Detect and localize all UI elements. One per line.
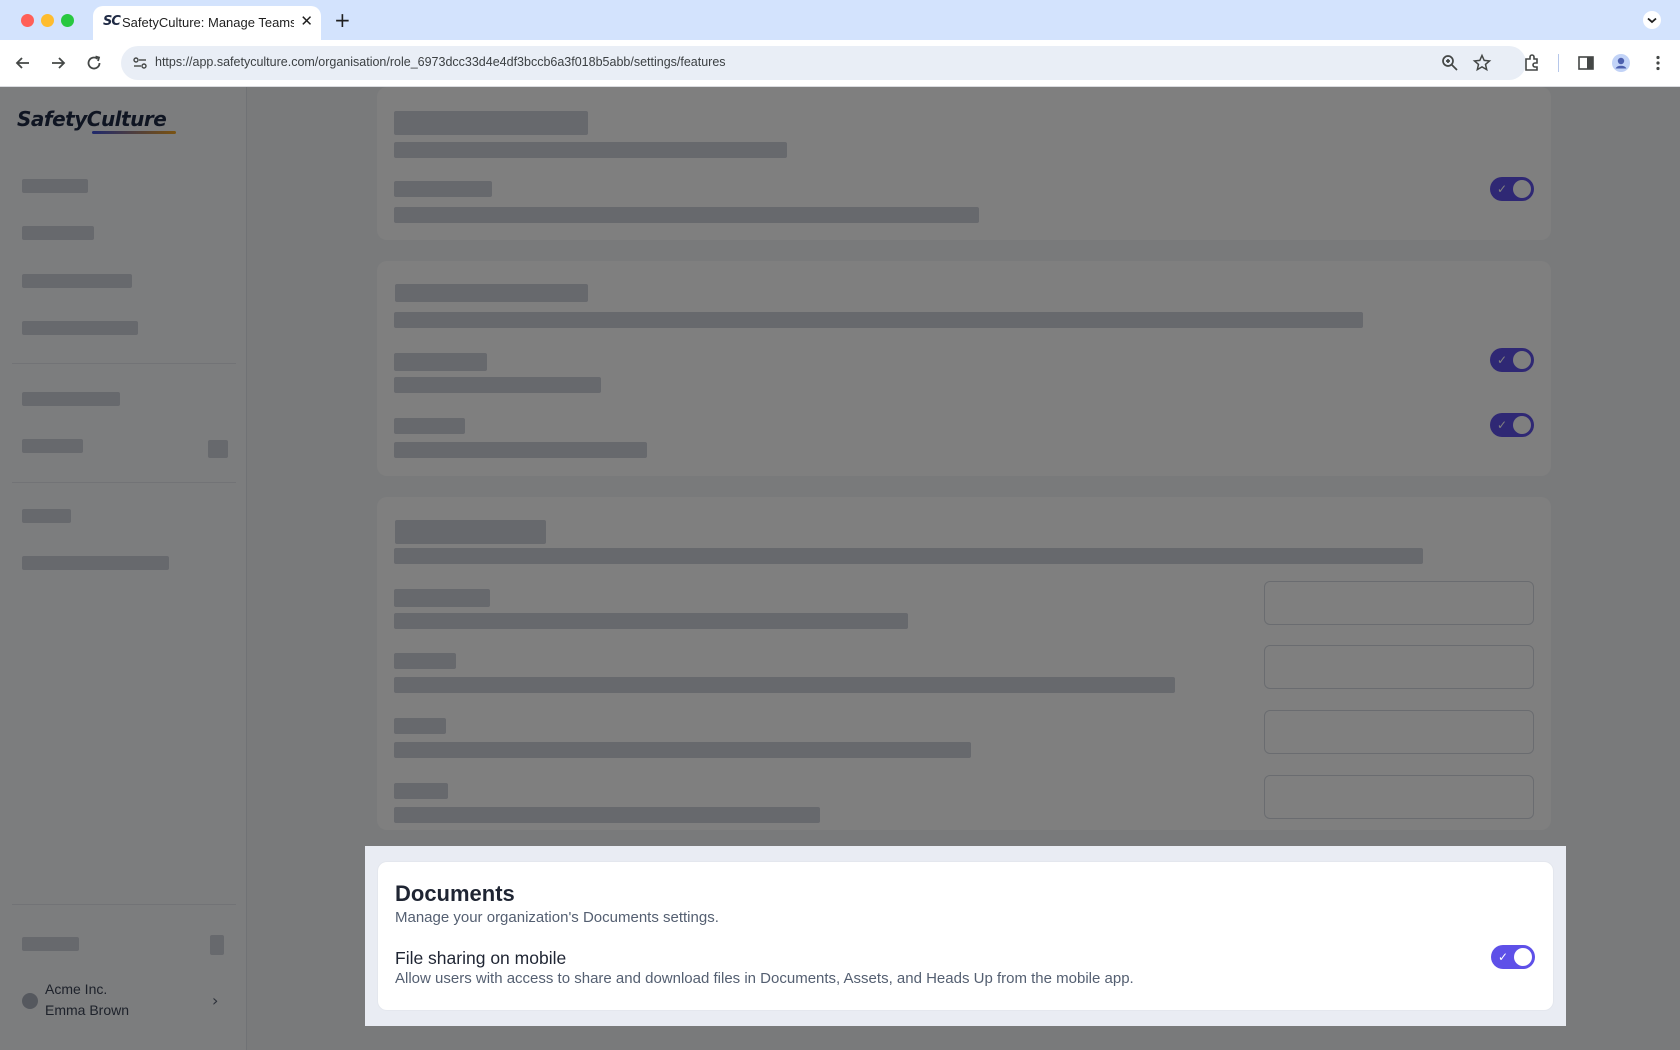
documents-title: Documents <box>395 881 515 906</box>
url-text[interactable]: https://app.safetyculture.com/organisati… <box>155 55 726 69</box>
kebab-menu-icon[interactable] <box>1648 53 1668 73</box>
check-icon: ✓ <box>1498 950 1509 964</box>
new-tab-button[interactable]: + <box>334 8 351 32</box>
tab-close-icon[interactable]: ✕ <box>300 11 313 31</box>
toolbar-separator <box>1558 54 1559 72</box>
close-window-button[interactable] <box>21 14 34 27</box>
minimize-window-button[interactable] <box>41 14 54 27</box>
address-bar[interactable]: https://app.safetyculture.com/organisati… <box>121 46 1526 80</box>
profile-icon[interactable] <box>1611 53 1631 73</box>
maximize-window-button[interactable] <box>61 14 74 27</box>
browser-toolbar: https://app.safetyculture.com/organisati… <box>0 40 1680 87</box>
bookmark-star-icon[interactable] <box>1472 53 1492 73</box>
documents-highlight: Documents Manage your organization's Doc… <box>365 846 1566 1026</box>
toggle-knob <box>1514 948 1532 966</box>
zoom-icon[interactable] <box>1440 53 1460 73</box>
app-content: SafetyCulture Acme Inc. Emma Brown › ✓ <box>0 87 1680 1050</box>
documents-description: Manage your organization's Documents set… <box>395 909 719 926</box>
site-info-icon[interactable] <box>131 54 149 72</box>
side-panel-icon[interactable] <box>1576 53 1596 73</box>
extensions-icon[interactable] <box>1522 53 1542 73</box>
tab-title: SafetyCulture: Manage Teams and... <box>122 15 294 30</box>
file-sharing-toggle[interactable]: ✓ <box>1491 945 1535 969</box>
forward-icon[interactable] <box>47 52 69 74</box>
file-sharing-description: Allow users with access to share and dow… <box>395 970 1134 987</box>
file-sharing-label: File sharing on mobile <box>395 948 567 968</box>
tab-search-icon[interactable] <box>1642 10 1662 30</box>
reload-icon[interactable] <box>83 52 105 74</box>
back-icon[interactable] <box>12 52 34 74</box>
browser-tab[interactable]: SC SafetyCulture: Manage Teams and... ✕ <box>93 6 321 40</box>
tab-strip: SC SafetyCulture: Manage Teams and... ✕ … <box>0 0 1680 40</box>
favicon-icon: SC <box>103 14 121 29</box>
documents-settings-card: Documents Manage your organization's Doc… <box>377 861 1554 1011</box>
